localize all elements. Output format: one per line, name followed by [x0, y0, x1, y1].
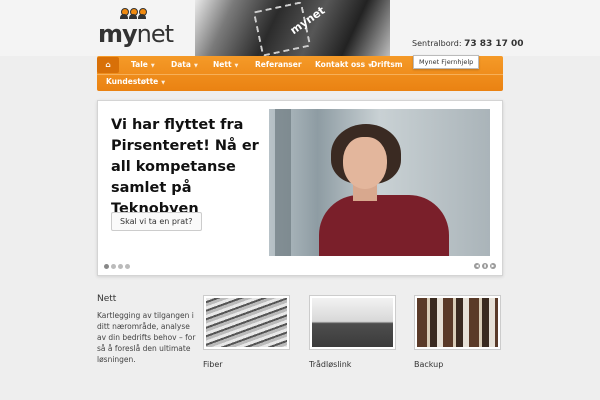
tradloslink-thumbnail[interactable] [309, 295, 396, 350]
chevron-down-icon: ▼ [234, 63, 239, 69]
hero-slider: Vi har flyttet fra Pirsenteret! Nå er al… [97, 100, 503, 276]
phone-number[interactable]: 73 83 17 00 [464, 39, 524, 49]
fiber-thumbnail[interactable] [203, 295, 290, 350]
site-header: mynet mynet Sentralbord: 73 83 17 00 [0, 0, 600, 57]
fiber-label[interactable]: Fiber [203, 360, 223, 369]
nav-item-tale[interactable]: Tale ▼ [125, 57, 161, 73]
slide-heading: Vi har flyttet fra Pirsenteret! Nå er al… [111, 117, 259, 217]
slide-photo [269, 109, 490, 256]
slider-dot[interactable] [125, 264, 130, 269]
slider-dot[interactable] [104, 264, 109, 269]
phone-label: Sentralbord: [412, 39, 462, 48]
slider-pagination [104, 264, 130, 269]
home-icon[interactable]: ⌂ [97, 57, 119, 73]
mynet-logo[interactable]: mynet [98, 8, 178, 48]
pause-icon[interactable]: ▮ [482, 263, 488, 269]
nett-description: Kartlegging av tilgangen i ditt nærområd… [97, 311, 196, 364]
chevron-down-icon: ▼ [150, 63, 155, 69]
nav-item-nett[interactable]: Nett ▼ [207, 57, 244, 73]
nav-item-data[interactable]: Data ▼ [165, 57, 204, 73]
nav-item-driftsmeldinger[interactable]: Driftsm [365, 57, 409, 73]
contact-button[interactable]: Skal vi ta en prat? [111, 212, 202, 231]
slider-dot[interactable] [111, 264, 116, 269]
prev-arrow-icon[interactable]: ◀ [474, 263, 480, 269]
chevron-down-icon: ▼ [161, 80, 166, 86]
nav-item-kundestotte[interactable]: Kundestøtte ▼ [100, 74, 171, 90]
chevron-down-icon: ▼ [193, 63, 198, 69]
tradloslink-label[interactable]: Trådløslink [309, 360, 351, 369]
fjernhjelp-tooltip: Mynet Fjernhjelp [413, 55, 480, 69]
logo-wordmark: mynet [98, 20, 174, 48]
logo-people-icon [120, 8, 147, 19]
nett-heading: Nett [97, 294, 117, 304]
phone-info: Sentralbord: 73 83 17 00 [412, 39, 524, 49]
slider-controls: ◀ ▮ ▶ [474, 263, 496, 269]
next-arrow-icon[interactable]: ▶ [490, 263, 496, 269]
backup-thumbnail[interactable] [414, 295, 501, 350]
backup-label[interactable]: Backup [414, 360, 443, 369]
slider-dot[interactable] [118, 264, 123, 269]
nav-item-referanser[interactable]: Referanser [249, 57, 308, 73]
